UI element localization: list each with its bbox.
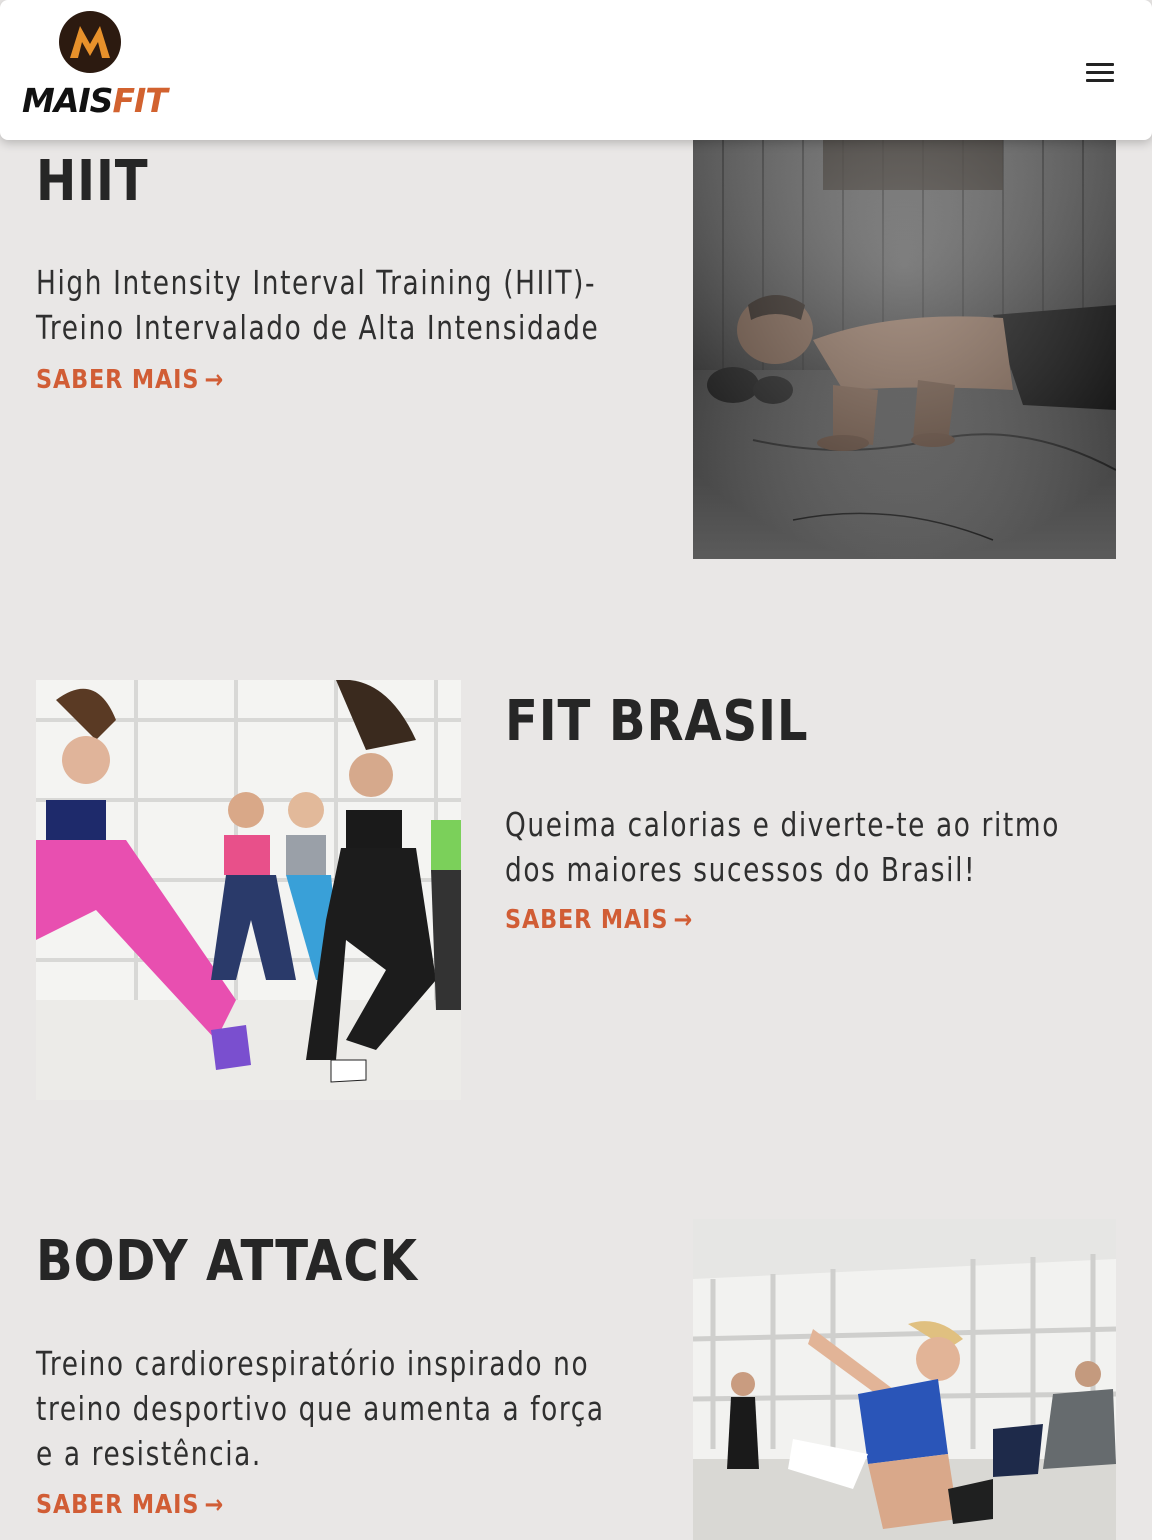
- arrow-right-icon: →: [204, 1490, 225, 1520]
- maisfit-logo[interactable]: MAISFIT: [22, 10, 168, 120]
- body-attack-saber-mais-label: SABER MAIS: [36, 1490, 200, 1520]
- hiit-saber-mais-label: SABER MAIS: [36, 365, 200, 395]
- body-attack-description-line-3: e a resistência.: [36, 1434, 262, 1473]
- body-attack-description-line-2: treino desportivo que aumenta a força: [36, 1389, 605, 1428]
- body-attack-description: Treino cardiorespiratório inspirado no t…: [36, 1341, 605, 1476]
- arrow-right-icon: →: [204, 365, 225, 395]
- logo-mark-icon: [58, 10, 122, 74]
- logo-wordmark: MAISFIT: [22, 81, 168, 120]
- fit-brasil-title: FIT BRASIL: [505, 689, 809, 754]
- body-attack-saber-mais-link[interactable]: SABER MAIS →: [36, 1488, 224, 1522]
- body-attack-description-line-1: Treino cardiorespiratório inspirado no: [36, 1344, 590, 1383]
- fit-brasil-photo: [36, 680, 461, 1100]
- hiit-title: HIIT: [36, 149, 149, 214]
- body-attack-title: BODY ATTACK: [36, 1229, 418, 1294]
- hiit-description-line-1: High Intensity Interval Training (HIIT)-: [36, 263, 597, 302]
- hamburger-menu-icon[interactable]: [1080, 58, 1120, 88]
- hiit-description-line-2: Treino Intervalado de Alta Intensidade: [36, 308, 600, 347]
- site-header: MAISFIT: [0, 0, 1152, 140]
- arrow-right-icon: →: [673, 905, 694, 935]
- hiit-saber-mais-link[interactable]: SABER MAIS →: [36, 363, 224, 397]
- fit-brasil-description-line-1: Queima calorias e diverte-te ao ritmo: [505, 805, 1060, 844]
- fit-brasil-saber-mais-label: SABER MAIS: [505, 905, 669, 935]
- fit-brasil-description: Queima calorias e diverte-te ao ritmo do…: [505, 802, 1060, 892]
- fit-brasil-saber-mais-link[interactable]: SABER MAIS →: [505, 903, 693, 937]
- hiit-description: High Intensity Interval Training (HIIT)-…: [36, 260, 599, 350]
- fit-brasil-description-line-2: dos maiores sucessos do Brasil!: [505, 850, 977, 889]
- body-attack-photo: [693, 1219, 1116, 1540]
- hiit-photo: [693, 140, 1116, 559]
